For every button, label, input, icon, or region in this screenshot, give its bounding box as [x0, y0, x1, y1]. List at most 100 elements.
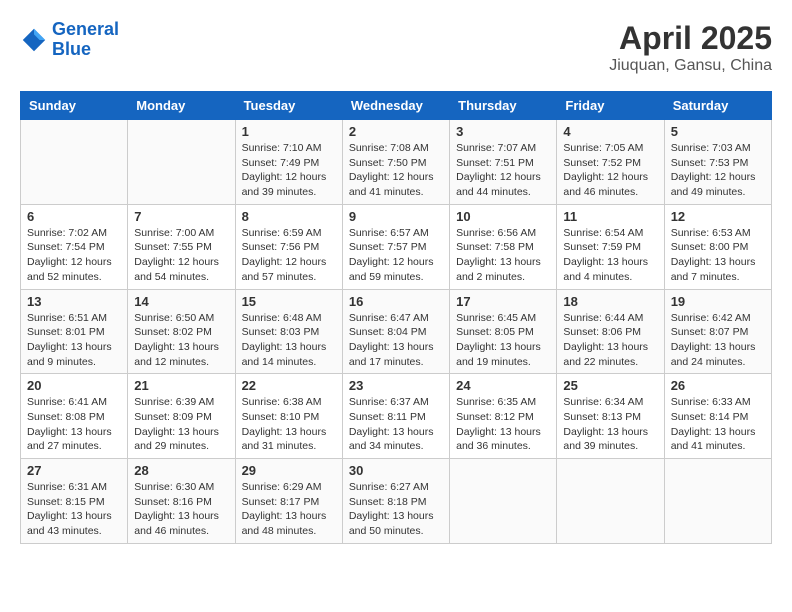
day-number: 26	[671, 378, 765, 393]
calendar-cell	[21, 120, 128, 205]
logo-line1: General	[52, 19, 119, 39]
day-number: 16	[349, 294, 443, 309]
calendar-cell: 14 Sunrise: 6:50 AMSunset: 8:02 PMDayligh…	[128, 289, 235, 374]
day-info: Sunrise: 7:08 AMSunset: 7:50 PMDaylight:…	[349, 141, 443, 200]
day-number: 27	[27, 463, 121, 478]
calendar-cell: 18 Sunrise: 6:44 AMSunset: 8:06 PMDayligh…	[557, 289, 664, 374]
day-info: Sunrise: 6:47 AMSunset: 8:04 PMDaylight:…	[349, 311, 443, 370]
day-number: 25	[563, 378, 657, 393]
calendar-cell: 19Sunrise: 6:42 AMSunset: 8:07 PMDayligh…	[664, 289, 771, 374]
logo-text: General Blue	[52, 20, 119, 60]
day-info: Sunrise: 7:00 AMSunset: 7:55 PMDaylight:…	[134, 226, 228, 285]
calendar-cell: 30 Sunrise: 6:27 AMSunset: 8:18 PMDayligh…	[342, 459, 449, 544]
weekday-header-friday: Friday	[557, 92, 664, 120]
day-number: 9	[349, 209, 443, 224]
day-info: Sunrise: 6:44 AMSunset: 8:06 PMDaylight:…	[563, 311, 657, 370]
title-block: April 2025 Jiuquan, Gansu, China	[609, 20, 772, 75]
calendar-cell: 27 Sunrise: 6:31 AMSunset: 8:15 PMDayligh…	[21, 459, 128, 544]
calendar-cell: 17 Sunrise: 6:45 AMSunset: 8:05 PMDayligh…	[450, 289, 557, 374]
calendar-cell: 21 Sunrise: 6:39 AMSunset: 8:09 PMDayligh…	[128, 374, 235, 459]
calendar-week-row: 20 Sunrise: 6:41 AMSunset: 8:08 PMDayligh…	[21, 374, 772, 459]
calendar-cell: 1 Sunrise: 7:10 AMSunset: 7:49 PMDaylight…	[235, 120, 342, 205]
day-number: 8	[242, 209, 336, 224]
day-info: Sunrise: 6:35 AMSunset: 8:12 PMDaylight:…	[456, 395, 550, 454]
day-info: Sunrise: 6:30 AMSunset: 8:16 PMDaylight:…	[134, 480, 228, 539]
day-number: 1	[242, 124, 336, 139]
calendar-cell: 15 Sunrise: 6:48 AMSunset: 8:03 PMDayligh…	[235, 289, 342, 374]
calendar-cell: 20 Sunrise: 6:41 AMSunset: 8:08 PMDayligh…	[21, 374, 128, 459]
calendar-cell: 16 Sunrise: 6:47 AMSunset: 8:04 PMDayligh…	[342, 289, 449, 374]
day-number: 22	[242, 378, 336, 393]
calendar-cell: 5Sunrise: 7:03 AMSunset: 7:53 PMDaylight…	[664, 120, 771, 205]
calendar-cell: 4 Sunrise: 7:05 AMSunset: 7:52 PMDaylight…	[557, 120, 664, 205]
day-number: 29	[242, 463, 336, 478]
calendar-cell: 28 Sunrise: 6:30 AMSunset: 8:16 PMDayligh…	[128, 459, 235, 544]
day-info: Sunrise: 6:45 AMSunset: 8:05 PMDaylight:…	[456, 311, 550, 370]
calendar-cell	[128, 120, 235, 205]
day-number: 21	[134, 378, 228, 393]
calendar-cell: 23 Sunrise: 6:37 AMSunset: 8:11 PMDayligh…	[342, 374, 449, 459]
calendar-cell: 13 Sunrise: 6:51 AMSunset: 8:01 PMDayligh…	[21, 289, 128, 374]
calendar-cell: 3Sunrise: 7:07 AMSunset: 7:51 PMDaylight…	[450, 120, 557, 205]
calendar-cell	[664, 459, 771, 544]
weekday-header-tuesday: Tuesday	[235, 92, 342, 120]
day-number: 13	[27, 294, 121, 309]
weekday-header-wednesday: Wednesday	[342, 92, 449, 120]
day-number: 30	[349, 463, 443, 478]
day-number: 18	[563, 294, 657, 309]
calendar-cell: 24 Sunrise: 6:35 AMSunset: 8:12 PMDayligh…	[450, 374, 557, 459]
calendar-cell: 12 Sunrise: 6:53 AMSunset: 8:00 PMDayligh…	[664, 204, 771, 289]
day-number: 28	[134, 463, 228, 478]
day-info: Sunrise: 7:02 AMSunset: 7:54 PMDaylight:…	[27, 226, 121, 285]
day-info: Sunrise: 6:34 AMSunset: 8:13 PMDaylight:…	[563, 395, 657, 454]
calendar-title: April 2025	[609, 20, 772, 57]
weekday-header-saturday: Saturday	[664, 92, 771, 120]
day-info: Sunrise: 7:10 AMSunset: 7:49 PMDaylight:…	[242, 141, 336, 200]
day-info: Sunrise: 7:07 AMSunset: 7:51 PMDaylight:…	[456, 141, 550, 200]
day-number: 24	[456, 378, 550, 393]
weekday-header-sunday: Sunday	[21, 92, 128, 120]
day-info: Sunrise: 7:05 AMSunset: 7:52 PMDaylight:…	[563, 141, 657, 200]
day-info: Sunrise: 6:41 AMSunset: 8:08 PMDaylight:…	[27, 395, 121, 454]
day-number: 2	[349, 124, 443, 139]
day-info: Sunrise: 6:57 AMSunset: 7:57 PMDaylight:…	[349, 226, 443, 285]
calendar-cell	[557, 459, 664, 544]
day-info: Sunrise: 6:27 AMSunset: 8:18 PMDaylight:…	[349, 480, 443, 539]
day-info: Sunrise: 6:56 AMSunset: 7:58 PMDaylight:…	[456, 226, 550, 285]
day-info: Sunrise: 6:42 AMSunset: 8:07 PMDaylight:…	[671, 311, 765, 370]
day-number: 5	[671, 124, 765, 139]
day-number: 14	[134, 294, 228, 309]
day-number: 6	[27, 209, 121, 224]
calendar-cell: 22 Sunrise: 6:38 AMSunset: 8:10 PMDayligh…	[235, 374, 342, 459]
logo: General Blue	[20, 20, 119, 60]
calendar-table: SundayMondayTuesdayWednesdayThursdayFrid…	[20, 91, 772, 544]
day-number: 7	[134, 209, 228, 224]
day-number: 17	[456, 294, 550, 309]
calendar-week-row: 13 Sunrise: 6:51 AMSunset: 8:01 PMDayligh…	[21, 289, 772, 374]
day-info: Sunrise: 6:38 AMSunset: 8:10 PMDaylight:…	[242, 395, 336, 454]
calendar-cell: 25 Sunrise: 6:34 AMSunset: 8:13 PMDayligh…	[557, 374, 664, 459]
day-info: Sunrise: 6:48 AMSunset: 8:03 PMDaylight:…	[242, 311, 336, 370]
day-info: Sunrise: 6:33 AMSunset: 8:14 PMDaylight:…	[671, 395, 765, 454]
weekday-header-thursday: Thursday	[450, 92, 557, 120]
day-number: 12	[671, 209, 765, 224]
calendar-cell	[450, 459, 557, 544]
calendar-week-row: 6 Sunrise: 7:02 AMSunset: 7:54 PMDaylight…	[21, 204, 772, 289]
calendar-cell: 9 Sunrise: 6:57 AMSunset: 7:57 PMDaylight…	[342, 204, 449, 289]
day-number: 15	[242, 294, 336, 309]
day-info: Sunrise: 6:31 AMSunset: 8:15 PMDaylight:…	[27, 480, 121, 539]
day-info: Sunrise: 6:54 AMSunset: 7:59 PMDaylight:…	[563, 226, 657, 285]
calendar-week-row: 27 Sunrise: 6:31 AMSunset: 8:15 PMDayligh…	[21, 459, 772, 544]
day-info: Sunrise: 6:37 AMSunset: 8:11 PMDaylight:…	[349, 395, 443, 454]
calendar-cell: 8 Sunrise: 6:59 AMSunset: 7:56 PMDaylight…	[235, 204, 342, 289]
day-info: Sunrise: 6:39 AMSunset: 8:09 PMDaylight:…	[134, 395, 228, 454]
calendar-cell: 11Sunrise: 6:54 AMSunset: 7:59 PMDayligh…	[557, 204, 664, 289]
day-info: Sunrise: 6:53 AMSunset: 8:00 PMDaylight:…	[671, 226, 765, 285]
day-info: Sunrise: 6:51 AMSunset: 8:01 PMDaylight:…	[27, 311, 121, 370]
day-number: 4	[563, 124, 657, 139]
day-info: Sunrise: 6:59 AMSunset: 7:56 PMDaylight:…	[242, 226, 336, 285]
logo-line2: Blue	[52, 39, 91, 59]
day-number: 20	[27, 378, 121, 393]
day-number: 23	[349, 378, 443, 393]
day-info: Sunrise: 6:50 AMSunset: 8:02 PMDaylight:…	[134, 311, 228, 370]
